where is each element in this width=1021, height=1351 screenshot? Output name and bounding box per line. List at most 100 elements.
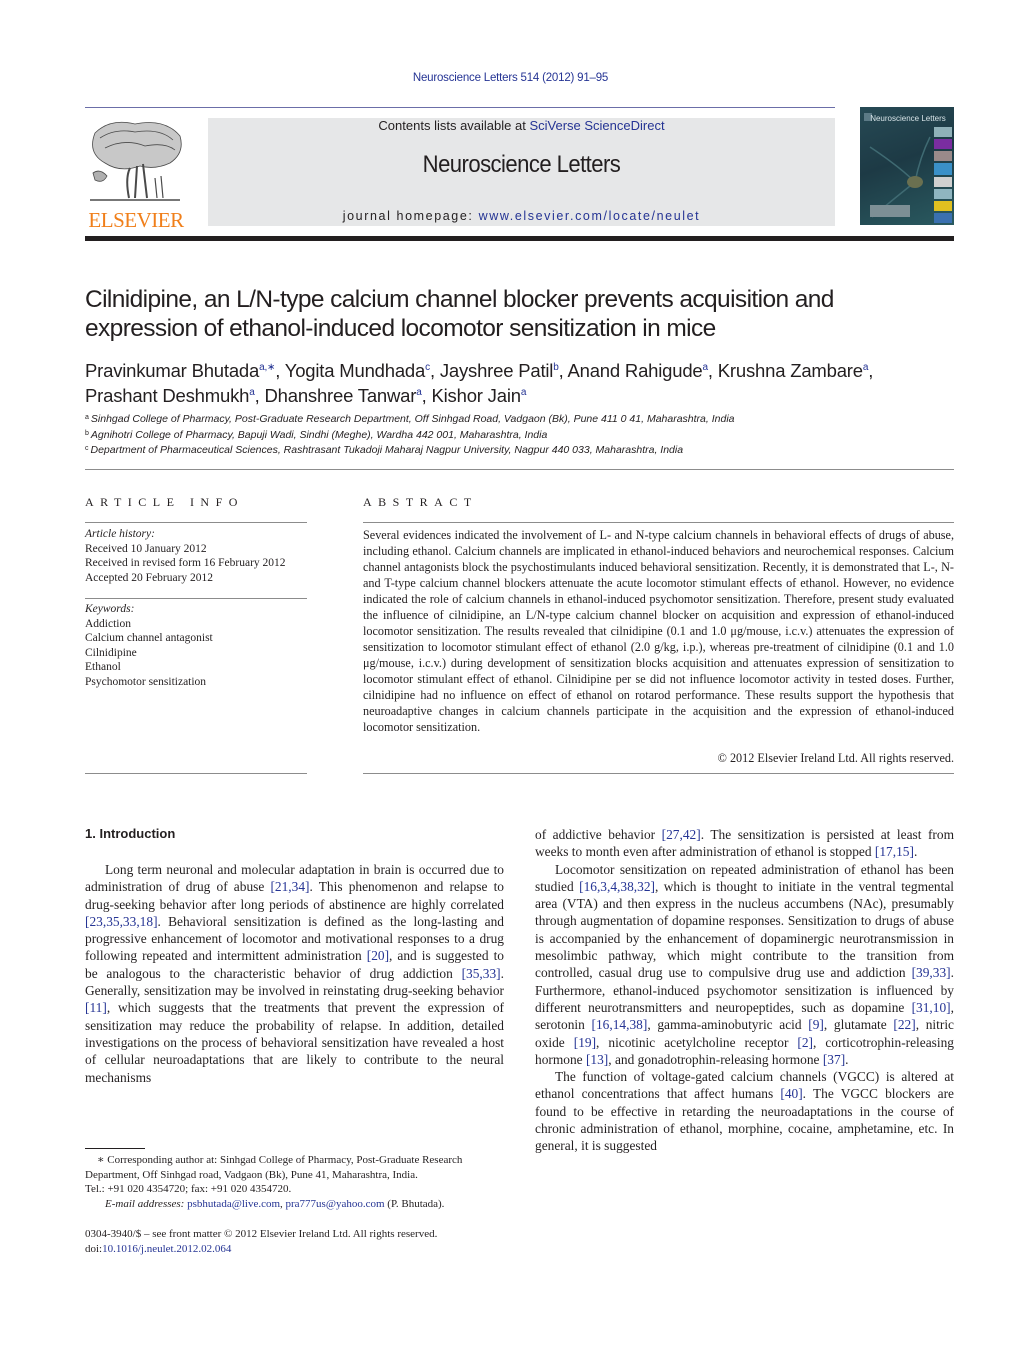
body-paragraph: Locomotor sensitization on repeated admi… (535, 861, 955, 1067)
affiliation-text: Agnihotri College of Pharmacy, Bapuji Wa… (90, 428, 548, 441)
citation-link[interactable]: [20] (367, 948, 389, 963)
affiliation-marker-link[interactable]: a (249, 387, 255, 398)
citation-link[interactable]: [22] (893, 1017, 915, 1032)
citation-link[interactable]: [16,3,4,38,32] (579, 879, 655, 894)
keyword-item: Cilnidipine (85, 646, 137, 659)
citation-link[interactable]: [39,33] (912, 965, 951, 980)
divider (85, 598, 307, 599)
affiliation-key: c (85, 445, 89, 452)
journal-cover-thumbnail[interactable]: Neuroscience Letters (860, 107, 954, 225)
journal-homepage: journal homepage: www.elsevier.com/locat… (208, 209, 835, 223)
affiliation-item: c Department of Pharmaceutical Sciences, … (85, 442, 965, 458)
cover-title: Neuroscience Letters (870, 114, 946, 123)
citation-link[interactable]: [11] (85, 1000, 107, 1015)
author-name: Krushna Zambare (717, 360, 863, 381)
elsevier-wordmark: ELSEVIER (88, 208, 184, 232)
citation-link[interactable]: [27,42] (662, 827, 701, 842)
author-name: Prashant Deshmukh (85, 385, 250, 406)
homepage-link[interactable]: www.elsevier.com/locate/neulet (479, 209, 701, 223)
body-paragraph: of addictive behavior [27,42]. The sensi… (535, 827, 955, 860)
header-thick-rule (85, 236, 954, 241)
sciencedirect-link[interactable]: SciVerse ScienceDirect (529, 118, 664, 133)
keyword-item: Addiction (85, 617, 131, 630)
body-column-right: of addictive behavior [27,42]. The sensi… (535, 826, 954, 1155)
article-title: Cilnidipine, an L/N-type calcium channel… (85, 286, 834, 342)
journal-title: Neuroscience Letters (422, 151, 621, 178)
article-history: Article history: Received 10 January 201… (85, 527, 307, 585)
citation-link[interactable]: [37] (823, 1052, 845, 1067)
author-name: Anand Rahigude (567, 360, 703, 381)
author-list: Pravinkumar Bhutadaa,∗, Yogita Mundhadac… (85, 360, 874, 406)
body-paragraph: Long term neuronal and molecular adaptat… (85, 862, 504, 1085)
affiliation-marker-link[interactable]: a (521, 387, 527, 398)
citation-link[interactable]: [13] (586, 1052, 608, 1067)
email-link[interactable]: psbhutada@live.com (187, 1198, 280, 1210)
issn-line: 0304-3940/$ – see front matter © 2012 El… (85, 1228, 438, 1240)
affiliation-item: b Agnihotri College of Pharmacy, Bapuji W… (85, 427, 965, 443)
citation-link[interactable]: [9] (808, 1017, 824, 1032)
history-item: Received 10 January 2012 (85, 542, 207, 555)
author-name: Kishor Jain (431, 385, 522, 406)
homepage-prefix: journal homepage: (342, 209, 479, 223)
affiliation-marker-link[interactable]: a (416, 387, 422, 398)
citation-link[interactable]: [17,15] (875, 844, 914, 859)
divider (363, 522, 954, 523)
contents-availability: Contents lists available at SciVerse Sci… (208, 118, 835, 133)
citation-link[interactable]: [40] (780, 1086, 802, 1101)
front-matter: 0304-3940/$ – see front matter © 2012 El… (85, 1227, 510, 1256)
doi-link[interactable]: 10.1016/j.neulet.2012.02.064 (102, 1243, 231, 1255)
citation-link[interactable]: [16,14,38] (592, 1017, 648, 1032)
doi-prefix: doi: (85, 1242, 103, 1255)
abstract-text: Several evidences indicated the involvem… (363, 528, 954, 734)
divider (363, 773, 954, 774)
affiliation-marker-link[interactable]: a (703, 362, 709, 373)
body-paragraph: The function of voltage-gated calcium ch… (535, 1069, 954, 1154)
affiliation-text: Sinhgad College of Pharmacy, Post-Gradua… (90, 413, 735, 425)
email-link[interactable]: pra777us@yahoo.com (286, 1198, 385, 1210)
history-item: Received in revised form 16 February 201… (85, 557, 286, 569)
affiliation-key: a (85, 414, 89, 421)
affiliation-key: b (85, 429, 89, 437)
affiliation-item: a Sinhgad College of Pharmacy, Post-Gradu… (85, 411, 965, 427)
contact-phone: Tel.: +91 020 4354720; fax: +91 020 4354… (85, 1183, 292, 1195)
corresponding-text: ∗ Corresponding author at: Sinhgad Colle… (85, 1154, 463, 1181)
affiliation-marker-link[interactable]: a (863, 362, 869, 373)
section-heading-introduction: 1. Introduction (85, 826, 176, 841)
author-name: Yogita Mundhada (284, 360, 426, 381)
contents-prefix: Contents lists available at (378, 118, 530, 133)
author-name: Jayshree Patil (439, 360, 554, 381)
keyword-list: Keywords: Addiction Calcium channel anta… (85, 602, 307, 689)
footnote-rule (85, 1148, 145, 1149)
affiliation-text: Department of Pharmaceutical Sciences, R… (90, 444, 684, 456)
affiliation-marker-link[interactable]: c (425, 362, 430, 373)
header-rule (85, 107, 835, 108)
keyword-item: Psychomotor sensitization (85, 675, 207, 688)
doi-line: doi:10.1016/j.neulet.2012.02.064 (85, 1242, 510, 1257)
history-label: Article history: (85, 528, 155, 540)
author-name: Pravinkumar Bhutada (85, 360, 260, 381)
affiliation-marker-link[interactable]: b (553, 362, 559, 373)
body-column-left: Long term neuronal and molecular adaptat… (85, 861, 504, 1086)
keyword-item: Ethanol (85, 661, 121, 673)
section-divider (85, 469, 954, 470)
citation-link[interactable]: [21,34] (270, 879, 309, 894)
citation-link[interactable]: [19] (574, 1035, 596, 1050)
corresponding-author-footnote: ∗ Corresponding author at: Sinhgad Colle… (85, 1153, 510, 1211)
author-name: Dhanshree Tanwar (264, 385, 417, 406)
keywords-label: Keywords: (85, 603, 135, 615)
article-info-heading: ARTICLE INFO (85, 495, 244, 509)
affiliation-marker-link[interactable]: a,∗ (259, 362, 275, 373)
history-item: Accepted 20 February 2012 (85, 571, 214, 584)
divider (85, 522, 307, 523)
abstract-copyright: © 2012 Elsevier Ireland Ltd. All rights … (717, 751, 954, 765)
email-suffix: (P. Bhutada). (387, 1197, 445, 1210)
citation-link[interactable]: [35,33] (462, 966, 501, 981)
citation-link[interactable]: [2] (797, 1035, 813, 1050)
affiliation-list: a Sinhgad College of Pharmacy, Post-Gradu… (85, 411, 965, 458)
citation-link[interactable]: [23,35,33,18] (85, 914, 158, 929)
keyword-item: Calcium channel antagonist (85, 632, 213, 644)
journal-citation-link[interactable]: Neuroscience Letters 514 (2012) 91–95 (0, 72, 1021, 84)
email-label: E-mail addresses: (105, 1197, 185, 1210)
citation-link[interactable]: [31,10] (912, 1000, 951, 1015)
abstract-heading: ABSTRACT (363, 495, 478, 509)
